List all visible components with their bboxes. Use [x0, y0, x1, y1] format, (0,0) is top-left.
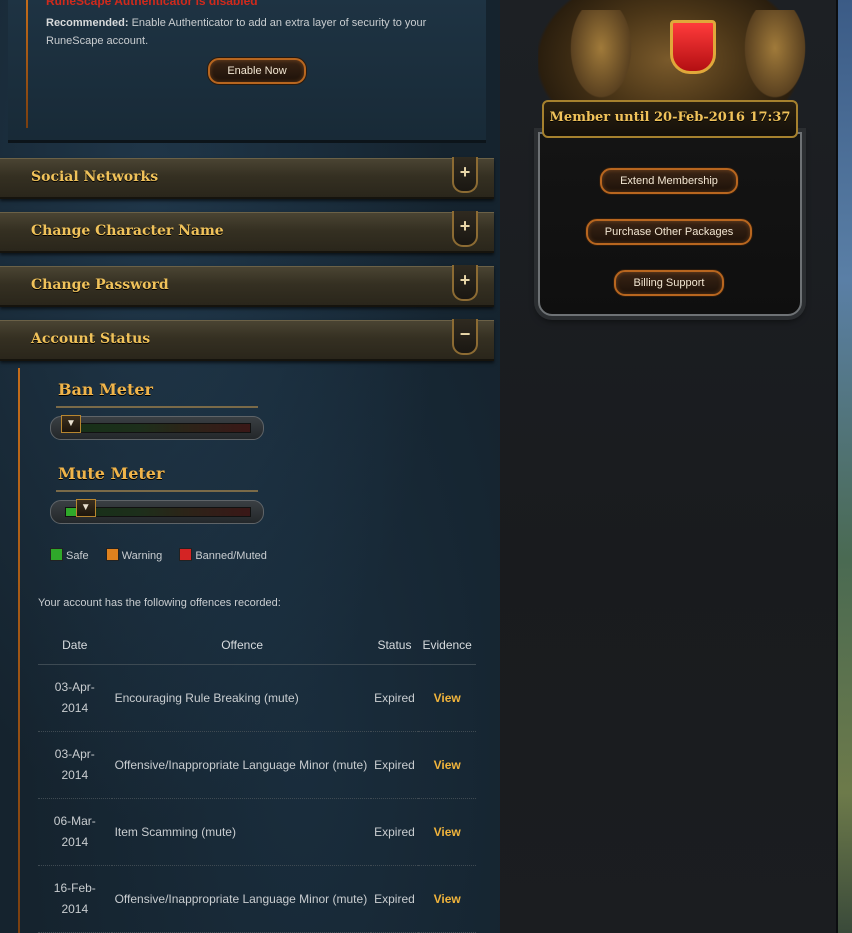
membership-panel: Extend Membership Purchase Other Package… [518, 0, 818, 330]
offence-date: 06-Mar- 2014 [38, 798, 112, 866]
legend-banned: Banned/Muted [179, 548, 267, 562]
table-header-row: Date Offence Status Evidence [38, 626, 476, 665]
offence-evidence: View [418, 664, 476, 732]
view-evidence-link[interactable]: View [434, 825, 461, 839]
legend-safe: Safe [50, 548, 89, 562]
offence-name: Encouraging Rule Breaking (mute) [111, 664, 371, 732]
purchase-packages-button[interactable]: Purchase Other Packages [586, 219, 752, 245]
section-social-networks[interactable]: Social Networks + [0, 157, 494, 199]
legend-warning: Warning [105, 548, 163, 562]
extend-membership-button[interactable]: Extend Membership [600, 168, 738, 194]
expand-icon[interactable]: + [452, 211, 478, 247]
section-title: Change Password [31, 277, 169, 293]
view-evidence-link[interactable]: View [434, 758, 461, 772]
section-account-status[interactable]: Account Status − [0, 319, 494, 361]
section-change-password[interactable]: Change Password + [0, 265, 494, 307]
expand-icon[interactable]: + [452, 157, 478, 193]
offence-evidence: View [418, 731, 476, 799]
shield-icon [670, 20, 716, 74]
header-date: Date [38, 626, 112, 665]
panel-edge-line [26, 0, 28, 128]
dragon-left-icon [566, 10, 636, 105]
section-title: Social Networks [31, 169, 159, 185]
view-evidence-link[interactable]: View [434, 691, 461, 705]
legend-safe-label: Safe [66, 550, 89, 562]
recommended-label: Recommended: [46, 17, 129, 29]
authenticator-warning: RuneScape Authenticator is disabled [46, 0, 258, 8]
page-edge-artwork [836, 0, 852, 933]
section-title: Account Status [31, 331, 151, 347]
ban-meter-rule [56, 406, 258, 408]
date-line1: 16-Feb- [53, 881, 96, 895]
legend-banned-label: Banned/Muted [195, 550, 267, 562]
date-line2: 2014 [61, 701, 89, 715]
banned-swatch-icon [179, 548, 193, 561]
offence-evidence: View [418, 865, 476, 933]
ban-meter-title: Ban Meter [58, 380, 153, 399]
legend-warning-label: Warning [121, 550, 163, 562]
offence-status: Expired [370, 798, 419, 866]
mute-meter-rule [56, 490, 258, 492]
safe-swatch-icon [50, 548, 63, 561]
membership-expiry: Member until 20-Feb-2016 17:37 [542, 100, 798, 138]
offence-date: 16-Feb- 2014 [38, 865, 112, 933]
offence-name: Offensive/Inappropriate Language Minor (… [111, 731, 371, 799]
mute-meter-bar: ▼ [65, 499, 251, 517]
header-status: Status [370, 626, 419, 665]
table-row: 03-Apr- 2014 Encouraging Rule Breaking (m… [38, 664, 476, 732]
table-row: 16-Feb- 2014 Offensive/Inappropriate Lang… [38, 865, 476, 933]
table-row: 06-Mar- 2014 Item Scamming (mute) Expired… [38, 798, 476, 866]
offence-status: Expired [370, 865, 419, 933]
header-evidence: Evidence [418, 626, 476, 665]
warning-swatch-icon [105, 548, 119, 561]
authenticator-recommendation: Recommended: Enable Authenticator to add… [46, 14, 456, 50]
offence-status: Expired [370, 664, 419, 732]
header-offence: Offence [111, 626, 371, 665]
membership-box: Extend Membership Purchase Other Package… [538, 132, 802, 316]
authenticator-panel: RuneScape Authenticator is disabled Reco… [8, 0, 486, 143]
mute-meter-title: Mute Meter [58, 464, 165, 483]
ban-meter-bar: ▼ [61, 415, 251, 433]
expand-icon[interactable]: + [452, 265, 478, 301]
offence-evidence: View [418, 798, 476, 866]
meter-legend: Safe Warning Banned/Muted [50, 548, 281, 562]
dragon-right-icon [740, 10, 810, 105]
view-evidence-link[interactable]: View [434, 892, 461, 906]
date-line1: 03-Apr- [54, 747, 95, 761]
section-title: Change Character Name [31, 223, 224, 239]
collapse-icon[interactable]: − [452, 319, 478, 355]
mute-meter-marker-icon: ▼ [75, 499, 96, 517]
offence-name: Item Scamming (mute) [111, 798, 371, 866]
billing-support-button[interactable]: Billing Support [614, 270, 724, 296]
offence-date: 03-Apr- 2014 [38, 664, 112, 732]
date-line2: 2014 [61, 902, 89, 916]
section-change-character-name[interactable]: Change Character Name + [0, 211, 494, 253]
ban-meter-marker-icon: ▼ [61, 415, 81, 433]
enable-now-button[interactable]: Enable Now [208, 58, 306, 84]
mute-meter: ▼ [50, 499, 264, 524]
date-line1: 06-Mar- [53, 814, 96, 828]
date-line1: 03-Apr- [54, 680, 95, 694]
offences-table: Date Offence Status Evidence 03-Apr- 2014… [38, 626, 476, 933]
offences-intro: Your account has the following offences … [38, 597, 281, 609]
ban-meter: ▼ [50, 415, 264, 440]
panel-edge-line [18, 368, 20, 933]
offence-date: 03-Apr- 2014 [38, 731, 112, 799]
offence-name: Offensive/Inappropriate Language Minor (… [111, 865, 371, 933]
offence-status: Expired [370, 731, 419, 799]
date-line2: 2014 [61, 768, 89, 782]
date-line2: 2014 [61, 835, 89, 849]
table-row: 03-Apr- 2014 Offensive/Inappropriate Lang… [38, 731, 476, 799]
